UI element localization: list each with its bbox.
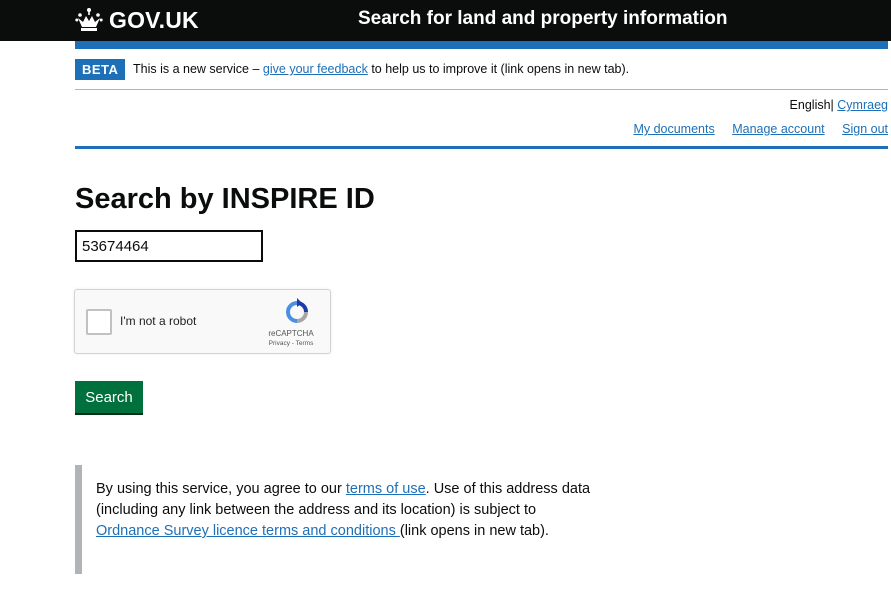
language-current: English (789, 98, 831, 112)
recaptcha-terms[interactable]: Privacy - Terms (259, 340, 323, 347)
header-blue-bar (75, 41, 888, 49)
govuk-logo-text: GOV.UK (109, 6, 199, 33)
language-toggle: English| Cymraeg (790, 98, 888, 112)
section-divider (75, 146, 888, 149)
my-documents-link[interactable]: My documents (633, 122, 714, 136)
terms-notice: By using this service, you agree to our … (96, 479, 591, 542)
notice-part3: (link opens in new tab). (399, 523, 549, 539)
notice-part1: By using this service, you agree to our (96, 481, 346, 497)
sign-out-link[interactable]: Sign out (842, 122, 888, 136)
govuk-header: GOV.UK Search for land and property info… (0, 0, 891, 41)
crown-icon (75, 8, 103, 31)
phase-banner-text: This is a new service – give your feedba… (133, 62, 629, 76)
inspire-id-input[interactable] (75, 230, 263, 262)
account-navigation: My documents Manage account Sign out (619, 122, 888, 136)
phase-banner: BETA This is a new service – give your f… (75, 59, 888, 90)
os-licence-link[interactable]: Ordnance Survey licence terms and condit… (96, 523, 400, 539)
recaptcha-checkbox[interactable] (86, 309, 112, 335)
beta-tag: BETA (75, 59, 126, 80)
manage-account-link[interactable]: Manage account (732, 122, 824, 136)
language-separator: | (830, 98, 834, 112)
recaptcha-widget: I'm not a robot reCAPTCHA Privacy - Term… (74, 289, 331, 354)
terms-inset-text: By using this service, you agree to our … (75, 465, 590, 574)
recaptcha-brand: reCAPTCHA (268, 329, 314, 338)
recaptcha-label: I'm not a robot (120, 314, 197, 328)
feedback-link[interactable]: give your feedback (263, 62, 368, 76)
phase-text-after: to help us to improve it (link opens in … (367, 62, 630, 76)
govuk-logo-link[interactable]: GOV.UK (75, 6, 199, 34)
page-title: Search by INSPIRE ID (75, 183, 375, 215)
language-cymraeg-link[interactable]: Cymraeg (837, 98, 888, 112)
service-name-link[interactable]: Search for land and property information (358, 8, 728, 30)
phase-text-before: This is a new service – (133, 62, 263, 76)
terms-of-use-link[interactable]: terms of use (346, 481, 426, 497)
recaptcha-logo-icon (286, 298, 308, 323)
search-button[interactable]: Search (75, 381, 143, 413)
